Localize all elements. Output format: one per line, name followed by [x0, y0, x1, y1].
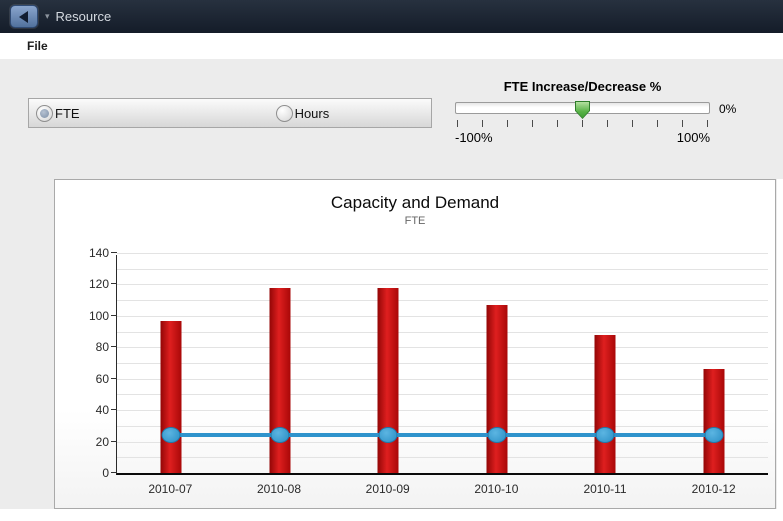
slider-tick	[482, 120, 483, 127]
x-axis-label: 2010-09	[333, 482, 442, 496]
slider-tick	[707, 120, 708, 127]
bar	[595, 335, 616, 473]
slider-tick	[607, 120, 608, 127]
slider-value: 0%	[719, 102, 736, 116]
x-axis-label: 2010-08	[225, 482, 334, 496]
bar	[269, 288, 290, 473]
bar-series	[117, 255, 768, 473]
slider-track-wrap: 0%	[455, 101, 710, 116]
slider-thumb-face	[576, 102, 589, 118]
title-bar: ▾ Resource	[0, 0, 783, 33]
back-arrow-icon	[19, 11, 28, 23]
slider-tick	[657, 120, 658, 127]
bar	[486, 305, 507, 473]
line-marker	[487, 427, 506, 443]
y-axis-label: 120	[69, 277, 109, 291]
y-axis-label: 0	[69, 466, 109, 480]
gridline	[117, 253, 768, 254]
radio-fte[interactable]: FTE	[36, 105, 80, 122]
radio-hours-label: Hours	[295, 106, 330, 121]
unit-radio-group: FTE Hours	[28, 98, 432, 128]
radio-hours[interactable]: Hours	[276, 105, 330, 122]
x-axis-label: 2010-07	[116, 482, 225, 496]
line-marker	[270, 427, 289, 443]
slider-tick	[682, 120, 683, 127]
slider-tick	[457, 120, 458, 127]
capacity-line	[171, 433, 714, 437]
slider-ticks	[455, 120, 710, 127]
chart-subtitle: FTE	[55, 215, 775, 227]
slider-min-label: -100%	[455, 130, 493, 145]
radio-fte-label: FTE	[55, 106, 80, 121]
menu-bar: File	[0, 33, 783, 59]
radio-button-icon[interactable]	[276, 105, 293, 122]
dropdown-caret-icon[interactable]: ▾	[45, 11, 50, 22]
menu-item-file[interactable]: File	[27, 39, 48, 53]
bar	[703, 369, 724, 473]
fte-slider-widget: FTE Increase/Decrease % 0% -100% 100%	[455, 79, 710, 145]
bar	[378, 288, 399, 473]
slider-tick	[532, 120, 533, 127]
y-axis-label: 20	[69, 435, 109, 449]
chart-title: Capacity and Demand	[55, 193, 775, 213]
slider-tick	[632, 120, 633, 127]
chart-panel: Capacity and Demand FTE 0204060801001201…	[54, 179, 776, 509]
x-axis-label: 2010-11	[551, 482, 660, 496]
y-axis-label: 60	[69, 372, 109, 386]
plot-area: 020406080100120140	[116, 255, 768, 475]
x-axis-label: 2010-12	[659, 482, 768, 496]
line-marker	[379, 427, 398, 443]
slider-range-labels: -100% 100%	[455, 130, 710, 145]
y-axis-label: 140	[69, 246, 109, 260]
x-axis-labels: 2010-072010-082010-092010-102010-112010-…	[116, 482, 768, 496]
line-marker	[596, 427, 615, 443]
back-button[interactable]	[10, 5, 38, 28]
y-axis-label: 40	[69, 403, 109, 417]
slider-max-label: 100%	[677, 130, 710, 145]
slider-thumb[interactable]	[575, 101, 590, 119]
line-marker	[162, 427, 181, 443]
slider-tick	[557, 120, 558, 127]
slider-tick	[582, 120, 583, 127]
bar	[161, 321, 182, 473]
slider-label: FTE Increase/Decrease %	[455, 79, 710, 94]
x-axis-label: 2010-10	[442, 482, 551, 496]
line-marker	[704, 427, 723, 443]
y-axis-tick	[111, 252, 117, 253]
radio-button-icon[interactable]	[36, 105, 53, 122]
y-axis-label: 80	[69, 340, 109, 354]
y-axis-label: 100	[69, 309, 109, 323]
window-title: Resource	[56, 9, 112, 24]
slider-tick	[507, 120, 508, 127]
